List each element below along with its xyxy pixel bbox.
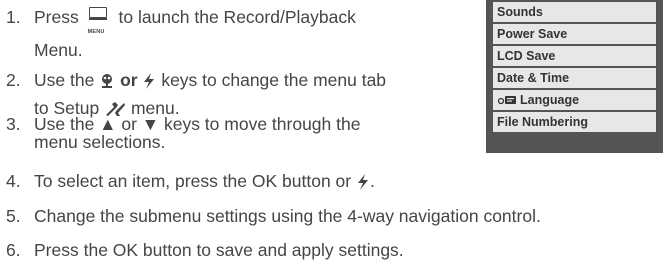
step-6: 6. Press the OK button to save and apply … <box>6 239 404 261</box>
menu-item-file-numbering[interactable]: File Numbering <box>493 112 656 132</box>
step-text: menu selections. <box>34 132 166 152</box>
menu-item-language-label: Language <box>520 93 580 107</box>
right-key-icon <box>357 174 368 191</box>
menu-item-language[interactable]: Language <box>493 90 656 110</box>
step-number: 3. <box>6 114 21 134</box>
menu-icon-label: MENU <box>87 29 105 35</box>
step-3: 3. Use the ▲ or ▼ keys to move through th… <box>6 115 360 151</box>
step-text: Menu. <box>34 40 83 60</box>
step-number: 6. <box>6 240 21 260</box>
language-icon <box>497 96 516 105</box>
menu-item-lcd-save[interactable]: LCD Save <box>493 46 656 66</box>
step-text: Use the ▲ or ▼ keys to move through the <box>34 114 361 134</box>
menu-item-power-save[interactable]: Power Save <box>493 24 656 44</box>
step-1: 1. Press MENU to launch the Record/Playba… <box>6 6 356 61</box>
menu-item-date-time[interactable]: Date & Time <box>493 68 656 88</box>
step-4: 4. To select an item, press the OK button… <box>6 170 375 192</box>
step-2: 2. Use the or keys to change the menu tab… <box>6 69 386 119</box>
step-number: 5. <box>6 206 21 226</box>
step-text: To select an item, press the OK button o… <box>34 171 352 191</box>
step-number: 2. <box>6 70 21 90</box>
right-key-icon <box>144 73 155 90</box>
step-text: Use the <box>34 70 95 90</box>
step-text: Press the OK button to save and apply se… <box>34 240 404 260</box>
step-text: keys to change the menu tab <box>161 70 387 90</box>
step-text: Change the submenu settings using the 4-… <box>34 206 541 226</box>
step-text: Press <box>34 7 79 27</box>
step-text: to launch the Record/Playback <box>118 7 356 27</box>
step-number: 1. <box>6 7 21 27</box>
menu-item-sounds[interactable]: Sounds <box>493 2 656 22</box>
step-text: . <box>369 171 375 191</box>
step-5: 5. Change the submenu settings using the … <box>6 205 541 227</box>
step-text: or <box>120 70 138 90</box>
left-key-icon <box>102 74 113 89</box>
step-number: 4. <box>6 171 21 191</box>
setup-menu-panel: Sounds Power Save LCD Save Date & Time L… <box>486 0 663 153</box>
menu-button-icon: MENU <box>88 7 110 35</box>
